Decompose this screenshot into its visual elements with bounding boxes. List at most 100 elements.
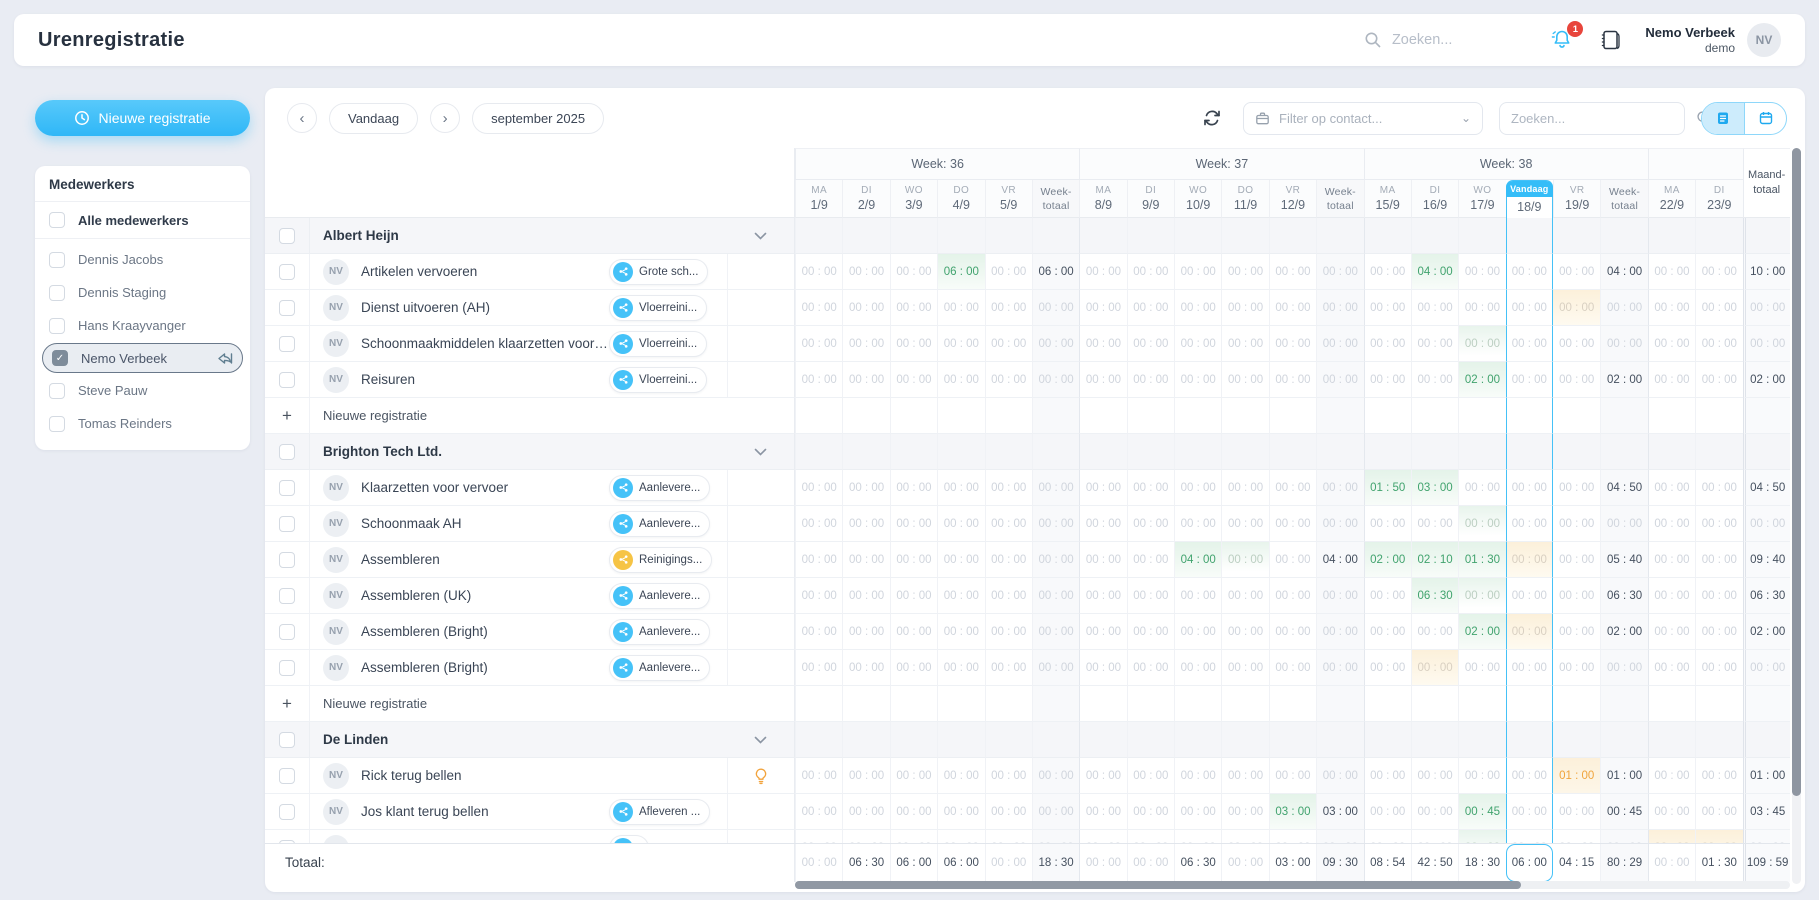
time-cell[interactable]: [1553, 398, 1600, 434]
time-cell[interactable]: 08 : 54: [1364, 844, 1411, 882]
time-cell[interactable]: 00 : 00: [1174, 758, 1221, 794]
time-cell[interactable]: [1458, 218, 1505, 254]
time-cell[interactable]: 00 : 00: [1316, 362, 1363, 398]
time-cell[interactable]: 00 : 00: [1269, 758, 1316, 794]
time-cell[interactable]: 00 : 00: [1174, 830, 1221, 843]
time-cell[interactable]: [1364, 218, 1411, 254]
time-cell[interactable]: [1127, 722, 1174, 758]
time-cell[interactable]: 00 : 00: [1553, 578, 1600, 614]
time-cell[interactable]: [1316, 434, 1363, 470]
time-cell[interactable]: 00 : 00: [1364, 758, 1411, 794]
time-cell[interactable]: [1032, 686, 1079, 722]
time-cell[interactable]: 00 : 00: [795, 290, 842, 326]
time-cell[interactable]: [1269, 686, 1316, 722]
time-cell[interactable]: 00 : 00: [1600, 506, 1647, 542]
time-cell[interactable]: 00 : 00: [1221, 844, 1268, 882]
time-cell[interactable]: 00 : 00: [985, 506, 1032, 542]
time-cell[interactable]: [1221, 686, 1268, 722]
time-cell[interactable]: 00 : 00: [1032, 650, 1079, 686]
time-cell[interactable]: 00 : 00: [1648, 326, 1695, 362]
time-cell[interactable]: 00 : 00: [1600, 650, 1647, 686]
time-cell[interactable]: 00 : 00: [1364, 830, 1411, 843]
time-cell[interactable]: 00 : 00: [1316, 614, 1363, 650]
time-cell[interactable]: 00 : 00: [890, 506, 937, 542]
time-cell[interactable]: 00 : 00: [1506, 650, 1553, 686]
task-name[interactable]: Reisuren: [361, 372, 415, 387]
time-cell[interactable]: 00 : 00: [1269, 470, 1316, 506]
time-cell[interactable]: 00 : 00: [1458, 470, 1505, 506]
time-cell[interactable]: 00 : 00: [1221, 290, 1268, 326]
time-cell[interactable]: 00 : 00: [1411, 830, 1458, 843]
time-cell[interactable]: 00 : 00: [842, 650, 889, 686]
time-cell[interactable]: 00 : 00: [1269, 650, 1316, 686]
time-cell[interactable]: [890, 722, 937, 758]
time-cell[interactable]: 00 : 00: [1553, 326, 1600, 362]
time-cell[interactable]: 00 : 00: [937, 614, 984, 650]
time-cell[interactable]: [1127, 686, 1174, 722]
time-cell[interactable]: [1079, 722, 1126, 758]
time-cell[interactable]: [985, 686, 1032, 722]
time-cell[interactable]: 00 : 00: [1553, 650, 1600, 686]
task-badge[interactable]: Vloerreini...: [609, 331, 707, 357]
sidebar-item-tomas-reinders[interactable]: Tomas Reinders: [35, 407, 250, 440]
group-checkbox[interactable]: [279, 732, 295, 748]
time-cell[interactable]: 00 : 00: [1411, 506, 1458, 542]
time-cell[interactable]: 00 : 00: [1553, 470, 1600, 506]
time-cell[interactable]: [1127, 218, 1174, 254]
logbook-button[interactable]: [1595, 25, 1625, 55]
row-checkbox[interactable]: [279, 516, 295, 532]
task-name[interactable]: Dienst uitvoeren (AH): [361, 300, 490, 315]
refresh-button[interactable]: [1197, 103, 1227, 133]
time-cell[interactable]: [1411, 434, 1458, 470]
task-badge[interactable]: Aanlevere...: [609, 583, 710, 609]
time-cell[interactable]: 00 : 00: [1127, 578, 1174, 614]
vertical-scrollbar-thumb[interactable]: [1792, 148, 1801, 796]
time-cell[interactable]: 00 : 00: [1506, 794, 1553, 830]
time-cell[interactable]: 00 : 00: [1553, 254, 1600, 290]
time-cell[interactable]: [1032, 398, 1079, 434]
time-cell[interactable]: 04 : 00: [1316, 542, 1363, 578]
time-cell[interactable]: 00 : 00: [1695, 470, 1742, 506]
time-cell[interactable]: 00 : 00: [1127, 650, 1174, 686]
time-cell[interactable]: 02 : 00: [1743, 362, 1790, 398]
time-cell[interactable]: 00 : 00: [1127, 326, 1174, 362]
time-cell[interactable]: 00 : 00: [1032, 542, 1079, 578]
time-cell[interactable]: [890, 398, 937, 434]
time-cell[interactable]: 00 : 00: [795, 362, 842, 398]
time-cell[interactable]: 00 : 00: [1127, 758, 1174, 794]
task-name[interactable]: Assembleren (Bright): [361, 624, 488, 639]
time-cell[interactable]: [1695, 218, 1742, 254]
time-cell[interactable]: 00 : 00: [1506, 758, 1553, 794]
time-cell[interactable]: [1221, 722, 1268, 758]
time-cell[interactable]: 06 : 00: [1032, 254, 1079, 290]
time-cell[interactable]: 00 : 00: [1506, 290, 1553, 326]
time-cell[interactable]: 02 : 10: [1411, 542, 1458, 578]
sidebar-item-nemo-verbeek[interactable]: Nemo Verbeek: [42, 343, 243, 373]
task-badge[interactable]: Afleveren ...: [609, 799, 710, 825]
time-cell[interactable]: 00 : 00: [1316, 254, 1363, 290]
time-cell[interactable]: 00 : 00: [1316, 650, 1363, 686]
time-cell[interactable]: 00 : 00: [937, 470, 984, 506]
time-cell[interactable]: 00 : 00: [937, 758, 984, 794]
time-cell[interactable]: [1127, 398, 1174, 434]
time-cell[interactable]: 06 : 00: [937, 254, 984, 290]
time-cell[interactable]: 00 : 00: [937, 650, 984, 686]
time-cell[interactable]: [1743, 434, 1790, 470]
time-cell[interactable]: 00 : 00: [1695, 614, 1742, 650]
time-cell[interactable]: [985, 218, 1032, 254]
time-cell[interactable]: [1032, 434, 1079, 470]
sidebar-item-hans-kraayvanger[interactable]: Hans Kraayvanger: [35, 309, 250, 342]
time-cell[interactable]: [1316, 686, 1363, 722]
time-cell[interactable]: 06 : 30: [1411, 578, 1458, 614]
time-cell[interactable]: [1695, 434, 1742, 470]
time-cell[interactable]: 00 : 00: [1695, 758, 1742, 794]
task-badge[interactable]: Grote sch...: [609, 259, 708, 285]
time-cell[interactable]: 00 : 00: [842, 362, 889, 398]
time-cell[interactable]: 00 : 00: [1695, 578, 1742, 614]
time-cell[interactable]: [1032, 722, 1079, 758]
time-cell[interactable]: 00 : 00: [1127, 830, 1174, 843]
time-cell[interactable]: 00 : 00: [1695, 254, 1742, 290]
time-cell[interactable]: [1174, 722, 1221, 758]
time-cell[interactable]: [1695, 722, 1742, 758]
time-cell[interactable]: [1269, 398, 1316, 434]
